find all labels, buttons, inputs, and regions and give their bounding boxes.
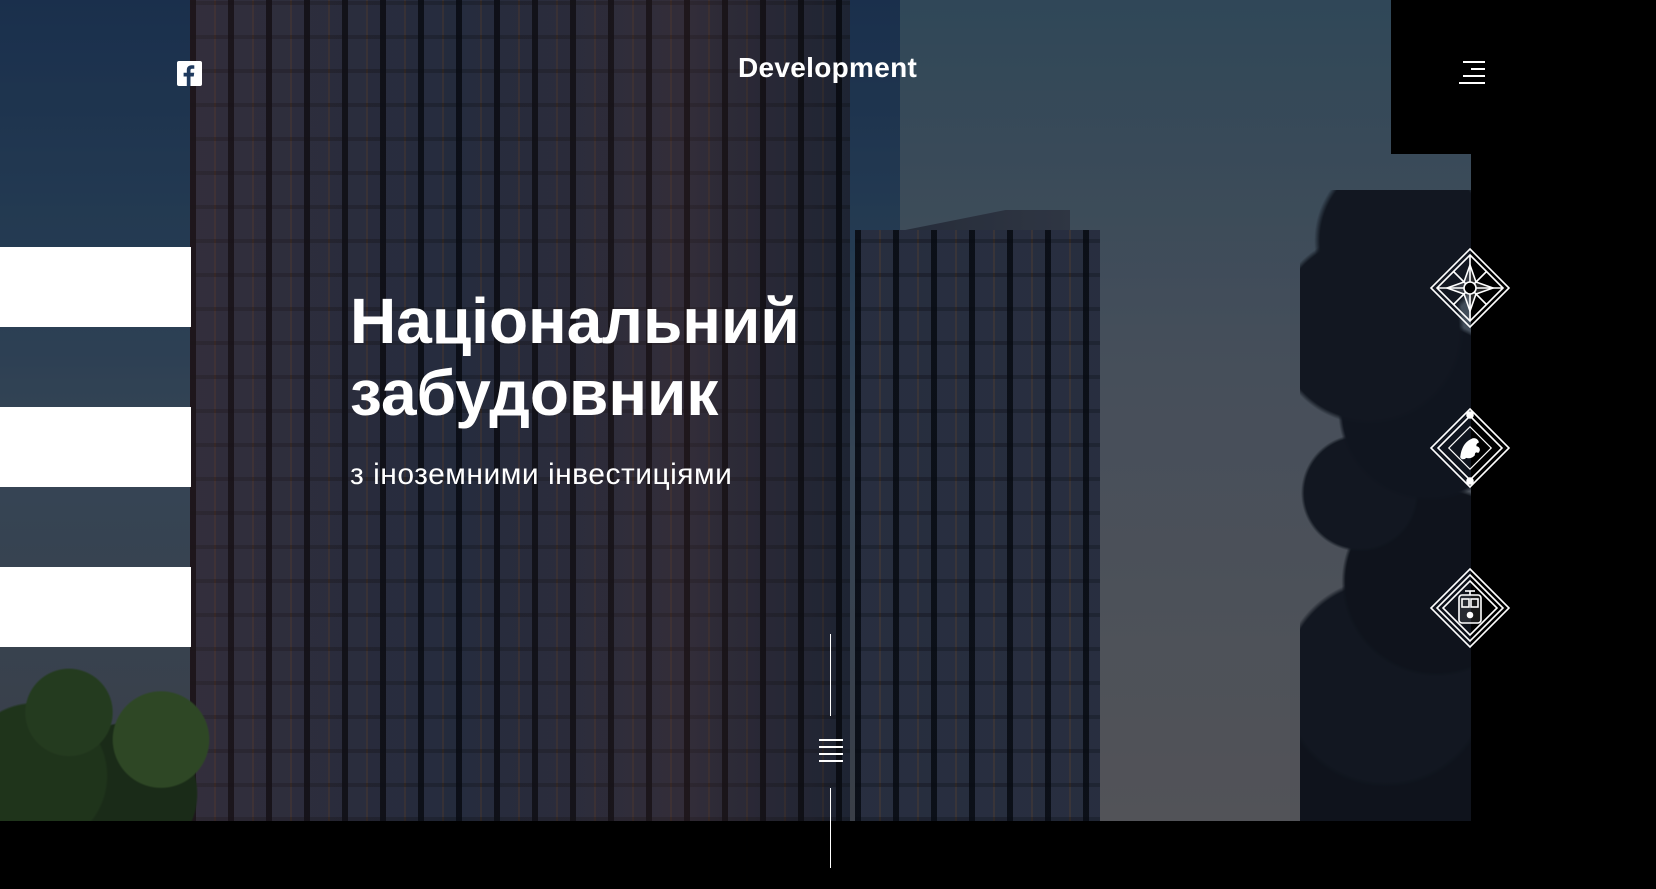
hero-title-line1: Національний <box>350 285 800 357</box>
scroll-down-icon[interactable] <box>819 739 843 765</box>
compass-star-emblem-icon[interactable] <box>1429 247 1511 329</box>
facebook-icon[interactable] <box>177 61 202 86</box>
hamburger-menu-icon[interactable] <box>1459 60 1485 86</box>
decor-white-bar-1 <box>0 247 191 327</box>
brand-logo[interactable]: Development <box>738 52 938 84</box>
decor-white-bar-3 <box>0 567 191 647</box>
scroll-line-top <box>830 634 831 716</box>
tram-emblem-icon[interactable] <box>1429 567 1511 649</box>
hero-subtitle: з іноземними інвестиціями <box>350 458 733 491</box>
decor-white-bar-2 <box>0 407 191 487</box>
bottom-strip <box>0 821 1656 889</box>
scroll-line-bottom <box>830 788 831 868</box>
hero-title: Національний забудовник <box>350 285 910 429</box>
lion-crest-emblem-icon[interactable] <box>1429 407 1511 489</box>
hero-title-line2: забудовник <box>350 357 719 429</box>
